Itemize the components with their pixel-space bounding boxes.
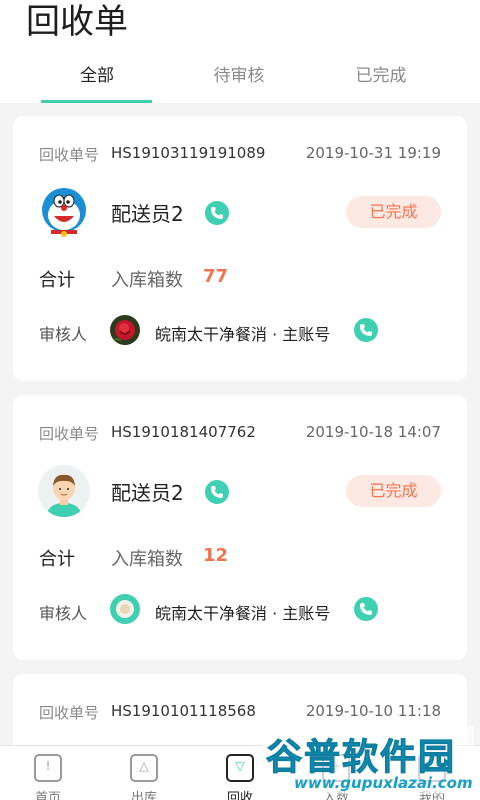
- tab-pending[interactable]: 待审核: [168, 60, 310, 103]
- order-number-label: 回收单号: [39, 425, 100, 443]
- boxes-label: 入库箱数: [111, 549, 183, 570]
- doraemon-avatar-icon: [38, 186, 90, 238]
- phone-icon: [360, 324, 372, 336]
- status-badge: 已完成: [346, 475, 441, 507]
- boxes-label: 入库箱数: [111, 270, 183, 291]
- order-card[interactable]: 回收单号 HS1910181407762 2019-10-18 14:07 配送…: [13, 395, 467, 660]
- reviewer-label: 审核人: [39, 325, 88, 344]
- total-label: 合计: [39, 549, 75, 570]
- reviewer-phone-button[interactable]: [354, 318, 378, 342]
- reviewer-avatar: [110, 315, 140, 345]
- person-avatar-icon: [38, 465, 90, 517]
- order-number: HS1910181407762: [111, 423, 256, 441]
- watermark-url: www.gupuxlazai.com: [294, 774, 473, 792]
- order-number: HS19103119191089: [111, 144, 266, 162]
- reviewer-label: 审核人: [39, 604, 88, 623]
- driver-name: 配送员2: [111, 202, 184, 226]
- home-icon: !: [34, 754, 62, 782]
- outbound-icon: △: [130, 754, 158, 782]
- nav-home-label: 首页: [34, 791, 61, 800]
- nav-outbound[interactable]: △ 出库: [96, 746, 192, 800]
- tab-bar: 全部 待审核 已完成: [0, 60, 480, 103]
- boxes-value: 77: [203, 266, 229, 287]
- tab-all[interactable]: 全部: [26, 60, 168, 103]
- food-avatar-icon: [110, 594, 140, 624]
- order-number-label: 回收单号: [39, 704, 100, 722]
- status-badge: 已完成: [346, 196, 441, 228]
- nav-outbound-label: 出库: [130, 791, 157, 800]
- phone-icon: [211, 207, 223, 219]
- order-card[interactable]: 回收单号 HS19103119191089 2019-10-31 19:19 配…: [13, 116, 467, 381]
- boxes-value: 12: [203, 545, 229, 566]
- tab-completed[interactable]: 已完成: [310, 60, 452, 103]
- order-time: 2019-10-18 14:07: [305, 423, 441, 441]
- order-time: 2019-10-10 11:18: [305, 702, 441, 720]
- total-label: 合计: [39, 270, 75, 291]
- driver-avatar: [38, 465, 90, 517]
- driver-phone-button[interactable]: [205, 201, 229, 225]
- reviewer-avatar: [110, 594, 140, 624]
- reviewer-phone-button[interactable]: [354, 597, 378, 621]
- header: 回收单 全部 待审核 已完成: [0, 0, 480, 103]
- tab-active-indicator: [41, 100, 152, 103]
- nav-home[interactable]: ! 首页: [0, 746, 96, 800]
- order-number: HS1910101118568: [111, 702, 256, 720]
- tab-completed-label: 已完成: [355, 66, 407, 86]
- watermark: 谷普软件园 www.gupuxlazai.com: [262, 726, 474, 794]
- phone-icon: [360, 603, 372, 615]
- reviewer-name: 皖南太干净餐消 · 主账号: [155, 604, 331, 623]
- phone-icon: [211, 486, 223, 498]
- rose-avatar-icon: [110, 315, 140, 345]
- driver-avatar: [38, 186, 90, 238]
- watermark-title: 谷普软件园: [265, 737, 457, 779]
- recycle-icon: ▽: [226, 754, 254, 782]
- order-number-label: 回收单号: [39, 146, 100, 164]
- tab-pending-label: 待审核: [213, 66, 265, 86]
- reviewer-name: 皖南太干净餐消 · 主账号: [155, 325, 331, 344]
- order-time: 2019-10-31 19:19: [305, 144, 441, 162]
- tab-all-label: 全部: [80, 66, 114, 86]
- driver-phone-button[interactable]: [205, 480, 229, 504]
- page-title: 回收单: [26, 2, 128, 42]
- driver-name: 配送员2: [111, 481, 184, 505]
